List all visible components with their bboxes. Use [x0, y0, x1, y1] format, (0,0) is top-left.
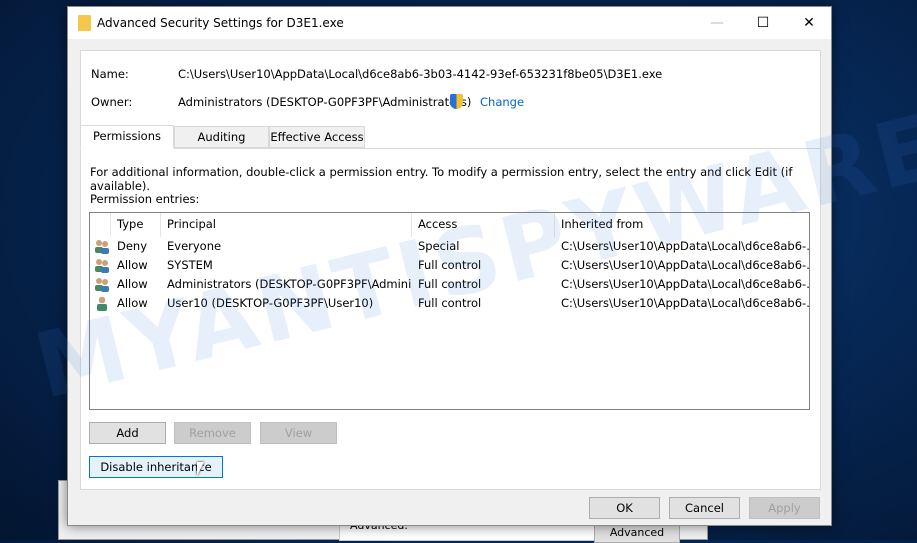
- folder-icon: [78, 15, 91, 31]
- owner-value: Administrators (DESKTOP-G0PF3PF\Administ…: [178, 95, 472, 109]
- cell-principal: Administrators (DESKTOP-G0PF3PF\Admini..…: [167, 277, 412, 291]
- column-header-type[interactable]: Type: [111, 213, 161, 237]
- permissions-panel: For additional information, double-click…: [80, 148, 821, 490]
- column-header-principal[interactable]: Principal: [161, 213, 412, 237]
- cell-access: Full control: [418, 296, 482, 310]
- background-advanced-button[interactable]: Advanced: [594, 523, 680, 543]
- window-title: Advanced Security Settings for D3E1.exe: [97, 16, 344, 30]
- column-header-icon[interactable]: [90, 213, 111, 237]
- cell-access: Full control: [418, 277, 482, 291]
- table-row[interactable]: Allow Administrators (DESKTOP-G0PF3PF\Adm…: [90, 275, 809, 294]
- name-value: C:\Users\User10\AppData\Local\d6ce8ab6-3…: [178, 67, 663, 81]
- user-icon: [94, 296, 110, 311]
- cell-access: Special: [418, 239, 460, 253]
- close-button[interactable]: ✕: [786, 7, 832, 39]
- table-row[interactable]: Allow SYSTEM Full control C:\Users\User10\A…: [90, 256, 809, 275]
- title-bar: Advanced Security Settings for D3E1.exe …: [68, 7, 831, 39]
- cell-inherited-from: C:\Users\User10\AppData\Local\d6ce8ab6-.…: [561, 239, 809, 253]
- apply-button[interactable]: Apply: [749, 497, 820, 519]
- mouse-cursor-icon: [197, 462, 204, 476]
- cell-type: Allow: [117, 258, 148, 272]
- owner-label: Owner:: [91, 95, 133, 109]
- column-header-inherited-from[interactable]: Inherited from: [555, 213, 809, 237]
- cell-type: Allow: [117, 296, 148, 310]
- cell-principal: Everyone: [167, 239, 222, 253]
- group-icon: [94, 258, 110, 273]
- cell-principal: User10 (DESKTOP-G0PF3PF\User10): [167, 296, 374, 310]
- uac-shield-icon: [450, 94, 463, 109]
- remove-button[interactable]: Remove: [174, 422, 251, 444]
- permission-entries-label: Permission entries:: [90, 192, 200, 206]
- column-header-access[interactable]: Access: [412, 213, 555, 237]
- minimize-button[interactable]: —: [694, 7, 740, 39]
- group-icon: [94, 277, 110, 292]
- cell-access: Full control: [418, 258, 482, 272]
- cell-type: Allow: [117, 277, 148, 291]
- instructions-text: For additional information, double-click…: [90, 165, 793, 193]
- group-icon: [94, 239, 110, 254]
- tab-auditing[interactable]: Auditing: [174, 126, 269, 148]
- maximize-button[interactable]: ☐: [740, 7, 786, 39]
- cell-inherited-from: C:\Users\User10\AppData\Local\d6ce8ab6-.…: [561, 258, 809, 272]
- cell-principal: SYSTEM: [167, 258, 213, 272]
- cell-type: Deny: [117, 239, 148, 253]
- tab-effective-access[interactable]: Effective Access: [269, 126, 365, 148]
- ok-button[interactable]: OK: [589, 497, 660, 519]
- name-label: Name:: [91, 67, 129, 81]
- tab-permissions[interactable]: Permissions: [80, 125, 174, 149]
- table-row[interactable]: Allow User10 (DESKTOP-G0PF3PF\User10) Full…: [90, 294, 809, 313]
- table-row[interactable]: Deny Everyone Special C:\Users\User10\AppDa…: [90, 237, 809, 256]
- cell-inherited-from: C:\Users\User10\AppData\Local\d6ce8ab6-.…: [561, 277, 809, 291]
- cancel-button[interactable]: Cancel: [669, 497, 740, 519]
- cell-inherited-from: C:\Users\User10\AppData\Local\d6ce8ab6-.…: [561, 296, 809, 310]
- add-button[interactable]: Add: [89, 422, 166, 444]
- view-button[interactable]: View: [260, 422, 337, 444]
- permission-entries-list[interactable]: Type Principal Access Inherited from Den…: [89, 212, 810, 410]
- change-owner-link[interactable]: Change: [480, 95, 524, 109]
- security-settings-dialog: Advanced Security Settings for D3E1.exe …: [67, 6, 832, 526]
